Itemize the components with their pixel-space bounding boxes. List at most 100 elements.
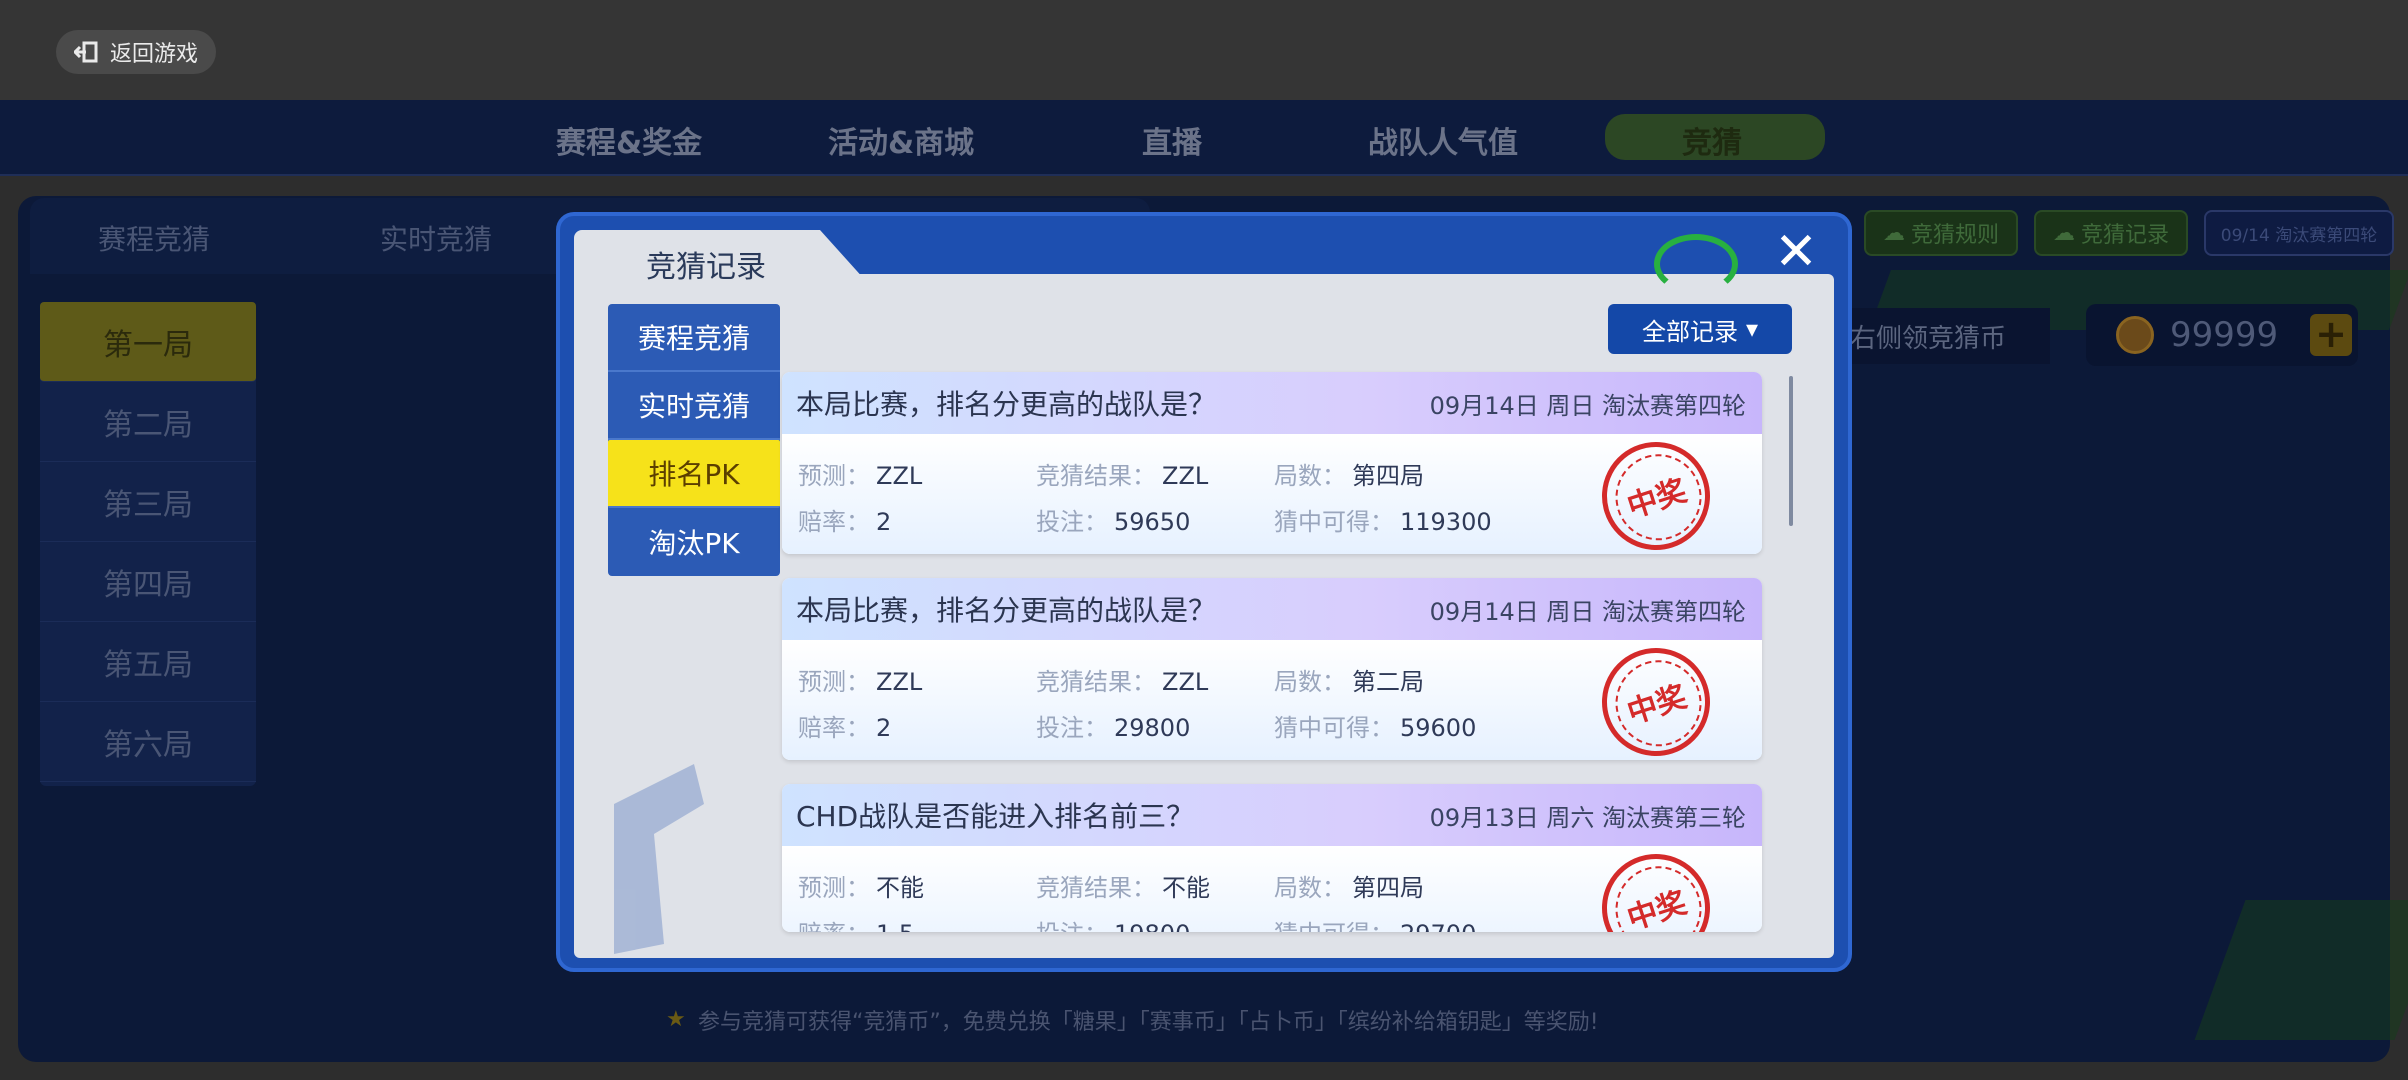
back-to-game-button[interactable]: 返回游戏 (56, 30, 216, 74)
footer-note-text: 参与竞猜可获得“竞猜币”，免费兑换「糖果」「赛事币」「占卜币」「缤纷补给箱钥匙」… (698, 1010, 1599, 1035)
odds-value: 2 (876, 714, 892, 742)
round-list: 第一局 第二局 第三局 第四局 第五局 第六局 (40, 302, 256, 786)
rules-icon: ☁ (1882, 220, 1905, 246)
coin-hint: 右侧领竞猜币 (1820, 308, 2050, 364)
result-field: 竞猜结果： 不能 (1036, 874, 1210, 902)
bet-value: 29800 (1114, 714, 1191, 742)
won-stamp: 中奖 (1587, 427, 1725, 554)
round-item-1[interactable]: 第一局 (40, 302, 256, 382)
menu-schedule-guess[interactable]: 赛程竞猜 (608, 304, 780, 372)
win-field: 猜中可得： 119300 (1274, 508, 1492, 536)
record-card-header: 本局比赛，排名分更高的战队是？ 09月14日 周日 淘汰赛第四轮 (782, 578, 1762, 640)
record-question: 本局比赛，排名分更高的战队是？ (796, 594, 1217, 627)
top-bar: 返回游戏 (0, 0, 2408, 100)
filter-label: 全部记录 (1641, 317, 1738, 346)
round-value: 第四局 (1352, 874, 1424, 902)
won-stamp: 中奖 (1587, 633, 1725, 760)
record-meta: 09月14日 周日 淘汰赛第四轮 (1429, 597, 1746, 626)
subtab-live-guess[interactable]: 实时竞猜 (380, 218, 492, 258)
bet-field: 投注： 29800 (1036, 714, 1191, 742)
win-value: 59600 (1400, 714, 1477, 742)
match-date-selector[interactable]: 09/14 淘汰赛第四轮 (2204, 210, 2394, 256)
odds-field: 赔率： 2 (798, 508, 892, 536)
guess-records-modal: 竞猜记录 ✕ 赛程竞猜 实时竞猜 排名PK 淘汰PK 全部记录 ▾ 本局比赛，排… (556, 212, 1852, 972)
badge-decoration-icon (1654, 234, 1738, 294)
odds-value: 1.5 (876, 920, 914, 932)
round-item-2[interactable]: 第二局 (40, 382, 256, 462)
predict-value: ZZL (876, 462, 923, 490)
record-meta: 09月14日 周日 淘汰赛第四轮 (1429, 391, 1746, 420)
win-field: 猜中可得：29700 (1274, 914, 1476, 932)
win-field: 猜中可得： 59600 (1274, 714, 1477, 742)
round-item-4[interactable]: 第四局 (40, 542, 256, 622)
coin-balance: 99999 + (2086, 304, 2358, 366)
tab-events-shop[interactable]: 活动&商城 (828, 118, 974, 162)
menu-ranking-pk[interactable]: 排名PK (608, 440, 780, 508)
tab-live[interactable]: 直播 (1142, 118, 1202, 162)
menu-elimination-pk[interactable]: 淘汰PK (608, 508, 780, 576)
record-card: CHD战队是否能进入排名前三？ 09月13日 周六 淘汰赛第三轮 预测： 不能 竞… (782, 784, 1762, 932)
won-stamp: 中奖 (1587, 839, 1725, 932)
subtab-schedule-guess[interactable]: 赛程竞猜 (98, 218, 210, 258)
record-card-body: 预测： ZZL 竞猜结果： ZZL 局数： 第二局 赔率： 2 投注： 29800 猜中可… (782, 633, 1762, 760)
record-card: 本局比赛，排名分更高的战队是？ 09月14日 周日 淘汰赛第四轮 预测： ZZL … (782, 578, 1762, 760)
records-icon: ☁ (2052, 220, 2075, 246)
round-field: 局数： 第四局 (1274, 874, 1424, 902)
predict-field: 预测： 不能 (798, 874, 924, 902)
odds-value: 2 (876, 508, 892, 536)
win-value: 119300 (1400, 508, 1492, 536)
back-label: 返回游戏 (109, 42, 198, 67)
footer-note: ★ 参与竞猜可获得“竞猜币”，免费兑换「糖果」「赛事币」「占卜币」「缤纷补给箱钥… (666, 1004, 1599, 1036)
result-value: ZZL (1162, 668, 1209, 696)
result-value: 不能 (1162, 874, 1210, 902)
guess-rules-label: 竞猜规则 (1910, 223, 1999, 248)
add-coin-button[interactable]: + (2310, 314, 2352, 356)
tab-guess[interactable]: 竞猜 (1682, 118, 1742, 162)
guess-rules-button[interactable]: ☁ 竞猜规则 (1864, 210, 2018, 256)
win-value: 29700 (1400, 920, 1476, 932)
record-category-menu: 赛程竞猜 实时竞猜 排名PK 淘汰PK (608, 304, 780, 576)
predict-value: 不能 (876, 874, 924, 902)
main-nav: 赛程&奖金 活动&商城 直播 战队人气值 竞猜 (0, 100, 2408, 176)
round-field: 局数： 第二局 (1274, 668, 1424, 696)
record-list-scrollbar[interactable] (1789, 376, 1793, 526)
record-filter-dropdown[interactable]: 全部记录 ▾ (1608, 304, 1792, 354)
round-field: 局数： 第四局 (1274, 462, 1424, 490)
bet-field: 投注：19800 (1036, 914, 1190, 932)
round-item-6[interactable]: 第六局 (40, 702, 256, 782)
record-question: 本局比赛，排名分更高的战队是？ (796, 388, 1217, 421)
modal-title: 竞猜记录 (646, 250, 766, 285)
odds-field: 赔率： 2 (798, 714, 892, 742)
tab-schedule-prize[interactable]: 赛程&奖金 (556, 118, 702, 162)
tab-team-popularity[interactable]: 战队人气值 (1368, 118, 1518, 162)
star-icon: ★ (666, 1007, 686, 1032)
result-field: 竞猜结果： ZZL (1036, 668, 1209, 696)
bet-value: 19800 (1114, 920, 1190, 932)
close-modal-button[interactable]: ✕ (1768, 224, 1824, 280)
result-field: 竞猜结果： ZZL (1036, 462, 1209, 490)
bet-value: 59650 (1114, 508, 1191, 536)
guess-records-button[interactable]: ☁ 竞猜记录 (2034, 210, 2188, 256)
record-card-header: CHD战队是否能进入排名前三？ 09月13日 周六 淘汰赛第三轮 (782, 784, 1762, 846)
round-item-5[interactable]: 第五局 (40, 622, 256, 702)
round-value: 第二局 (1352, 668, 1424, 696)
predict-field: 预测： ZZL (798, 668, 923, 696)
record-card-header: 本局比赛，排名分更高的战队是？ 09月14日 周日 淘汰赛第四轮 (782, 372, 1762, 434)
odds-field: 赔率：1.5 (798, 914, 914, 932)
predict-field: 预测： ZZL (798, 462, 923, 490)
record-question: CHD战队是否能进入排名前三？ (796, 800, 1195, 833)
exit-icon (73, 41, 100, 63)
menu-live-guess[interactable]: 实时竞猜 (608, 372, 780, 440)
bet-field: 投注： 59650 (1036, 508, 1191, 536)
gun-decoration-icon (614, 764, 704, 954)
result-value: ZZL (1162, 462, 1209, 490)
game-screen: 返回游戏 赛程&奖金 活动&商城 直播 战队人气值 竞猜 赛程竞猜 实时竞猜 第… (0, 0, 2408, 1080)
caret-down-icon: ▾ (1745, 315, 1759, 343)
guess-records-label: 竞猜记录 (2080, 223, 2169, 248)
coin-value: 99999 (2170, 315, 2279, 355)
record-card-body: 预测：不能 竞猜结果：不能 局数：第四局 赔率：1.5 投注：19800 猜中可… (782, 839, 1762, 932)
predict-value: ZZL (876, 668, 923, 696)
record-card-body: 预测： ZZL 竞猜结果： ZZL 局数： 第四局 赔率： 2 投注： 59650 猜中可… (782, 427, 1762, 554)
record-meta: 09月13日 周六 淘汰赛第三轮 (1429, 803, 1746, 832)
round-item-3[interactable]: 第三局 (40, 462, 256, 542)
